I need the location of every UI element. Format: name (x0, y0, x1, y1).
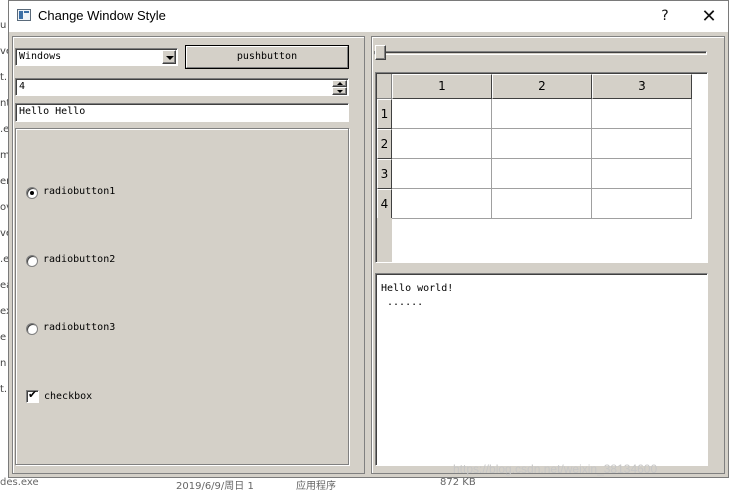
table-cell[interactable] (492, 189, 592, 219)
table-widget[interactable]: 1 2 3 1 2 3 4 (375, 72, 708, 263)
table-cell[interactable] (492, 159, 592, 189)
table-cell[interactable] (392, 159, 492, 189)
combobox-value: Windows (19, 51, 62, 62)
row-header-filler (377, 218, 392, 262)
row-header[interactable]: 3 (377, 159, 392, 189)
table-cell[interactable] (392, 189, 492, 219)
arrow-up-icon (337, 82, 343, 85)
checkmark-icon: ✔ (28, 388, 38, 401)
radio-indicator[interactable] (26, 187, 38, 199)
title-bar[interactable]: Change Window Style ? ✕ (9, 1, 728, 32)
radio-indicator[interactable] (26, 323, 38, 335)
text-edit[interactable]: Hello world! ...... (375, 273, 708, 466)
radio-checked-dot (30, 191, 34, 195)
spinbox-down-button[interactable] (332, 87, 347, 95)
help-button[interactable]: ? (647, 1, 683, 32)
spinbox[interactable]: 4 (15, 78, 349, 96)
background-file-size: 872 KB (440, 477, 476, 488)
line-edit-value: Hello Hello (19, 106, 86, 117)
table-cell[interactable] (592, 99, 692, 129)
radio-indicator[interactable] (26, 255, 38, 267)
checkbox-indicator[interactable]: ✔ (26, 388, 39, 403)
table-cell[interactable] (592, 129, 692, 159)
column-header[interactable]: 2 (492, 74, 592, 99)
chevron-down-icon (166, 56, 174, 60)
row-header[interactable]: 4 (377, 189, 392, 219)
spinbox-value: 4 (19, 81, 26, 92)
background-app-bottom-row: des.exe 2019/6/9/周日 1 应用程序 872 KB (0, 477, 740, 492)
slider-handle[interactable] (375, 45, 386, 60)
table-cell[interactable] (492, 99, 592, 129)
table-cell[interactable] (592, 159, 692, 189)
app-window-icon (17, 9, 31, 21)
table-cell[interactable] (592, 189, 692, 219)
radio-label: radiobutton3 (43, 322, 116, 333)
text-edit-line: Hello world! (381, 283, 454, 294)
style-combobox[interactable]: Windows (15, 48, 178, 66)
push-button-label: pushbutton (186, 46, 348, 68)
table-cell[interactable] (392, 99, 492, 129)
table-cell[interactable] (392, 129, 492, 159)
group-box (15, 128, 349, 465)
watermark: https://blog.csdn.net/weixin_38134600 (453, 462, 658, 476)
slider-track[interactable] (374, 51, 707, 55)
table-cell[interactable] (492, 129, 592, 159)
window-title: Change Window Style (38, 8, 166, 23)
column-header[interactable]: 3 (592, 74, 692, 99)
arrow-down-icon (337, 90, 343, 93)
background-file-date: 2019/6/9/周日 1 (176, 481, 254, 492)
background-file-type: 应用程序 (296, 481, 336, 492)
push-button[interactable]: pushbutton (185, 45, 349, 69)
spinbox-up-button[interactable] (332, 80, 347, 87)
radio-label: radiobutton1 (43, 186, 116, 197)
text-edit-line: ...... (381, 297, 424, 308)
column-header[interactable]: 1 (392, 74, 492, 99)
close-button[interactable]: ✕ (689, 1, 729, 32)
checkbox-label: checkbox (44, 391, 93, 402)
row-header[interactable]: 1 (377, 99, 392, 129)
radio-label: radiobutton2 (43, 254, 116, 265)
row-header[interactable]: 2 (377, 129, 392, 159)
combobox-dropdown-arrow[interactable] (162, 50, 176, 64)
table-corner-button[interactable] (377, 74, 392, 99)
line-edit[interactable]: Hello Hello (15, 103, 349, 122)
background-file-name: des.exe (0, 477, 39, 488)
